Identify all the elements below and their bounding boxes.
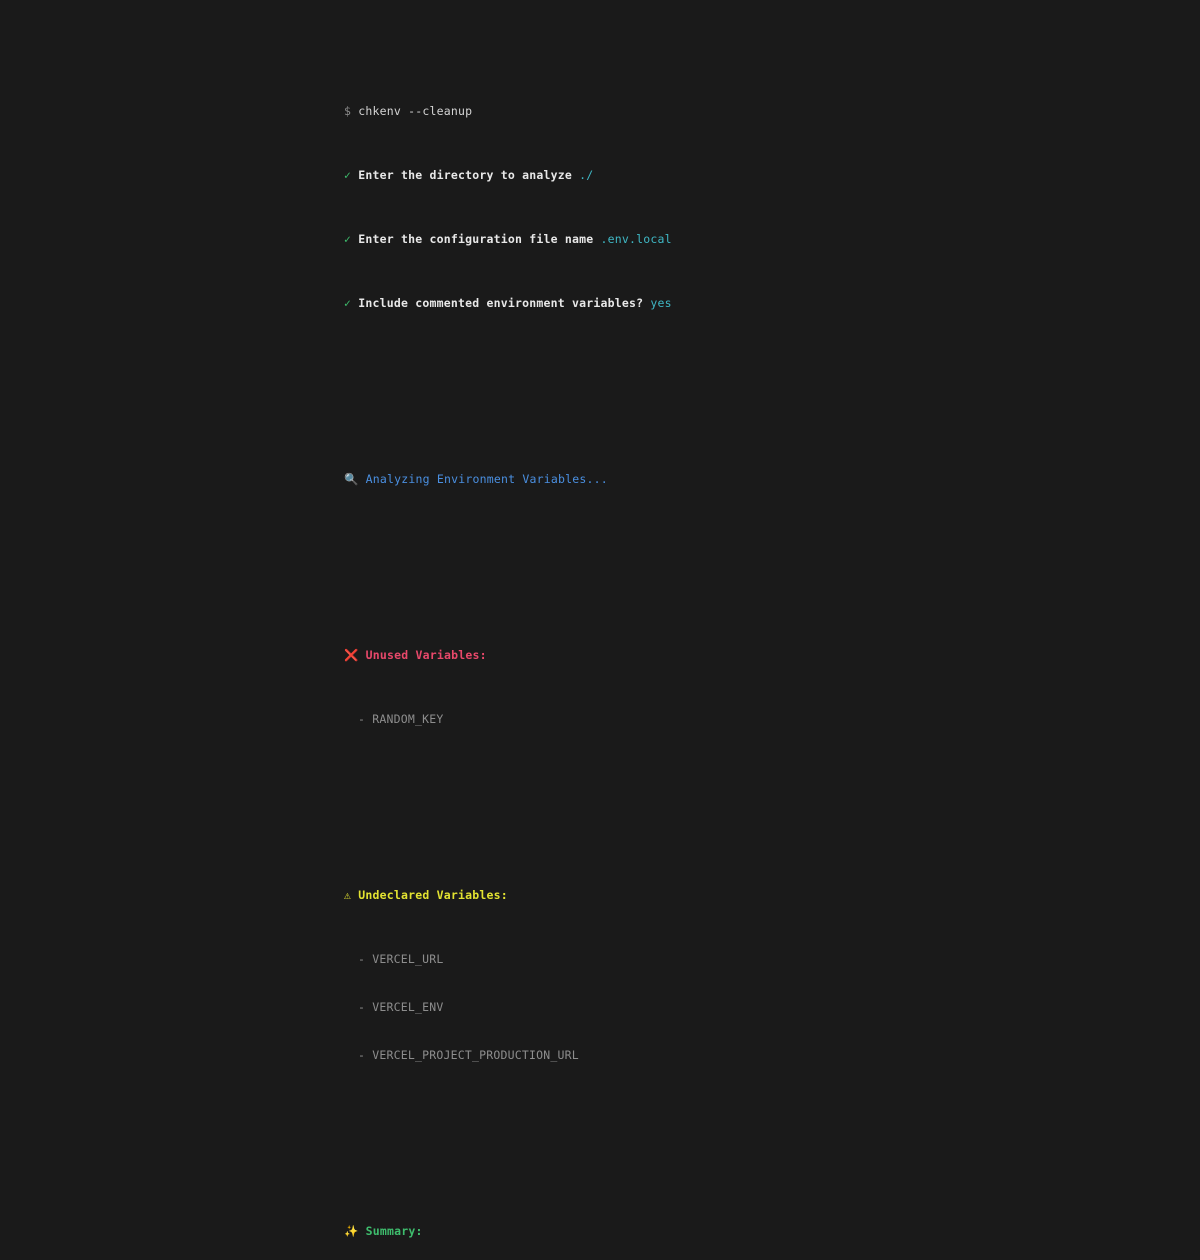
- analyzing-text: Analyzing Environment Variables...: [365, 472, 608, 486]
- prompt-answer: ./: [579, 168, 594, 182]
- summary-heading: Summary:: [365, 1224, 423, 1238]
- prompt-question: Include commented environment variables?: [358, 296, 644, 310]
- list-item: - RANDOM_KEY: [344, 711, 1104, 727]
- undeclared-variable-name: - VERCEL_PROJECT_PRODUCTION_URL: [358, 1048, 579, 1062]
- unused-heading-row: ❌ Unused Variables:: [344, 647, 1104, 663]
- prompt-answer-row: ✓ Include commented environment variable…: [344, 295, 1104, 311]
- analyzing-row: 🔍 Analyzing Environment Variables...: [344, 471, 1104, 487]
- undeclared-heading-row: ⚠ Undeclared Variables:: [344, 887, 1104, 903]
- prompt-answer: yes: [650, 296, 672, 310]
- undeclared-heading: Undeclared Variables:: [358, 888, 508, 902]
- undeclared-variable-name: - VERCEL_URL: [358, 952, 444, 966]
- sparkles-icon: ✨: [344, 1224, 359, 1238]
- prompt-question: Enter the directory to analyze: [358, 168, 572, 182]
- list-item: - VERCEL_ENV: [344, 999, 1104, 1015]
- summary-heading-row: ✨ Summary:: [344, 1223, 1104, 1239]
- list-item: - VERCEL_PROJECT_PRODUCTION_URL: [344, 1047, 1104, 1063]
- unused-heading: Unused Variables:: [365, 648, 487, 662]
- terminal-output: $ chkenv --cleanup ✓ Enter the directory…: [344, 55, 1104, 1260]
- list-item: - VERCEL_URL: [344, 951, 1104, 967]
- warning-triangle-icon: ⚠: [344, 888, 352, 902]
- command-line: $ chkenv --cleanup: [344, 103, 1104, 119]
- prompt-answer-row: ✓ Enter the configuration file name .env…: [344, 231, 1104, 247]
- prompt-question: Enter the configuration file name: [358, 232, 594, 246]
- cross-mark-icon: ❌: [344, 648, 359, 662]
- undeclared-variable-name: - VERCEL_ENV: [358, 1000, 444, 1014]
- shell-command: chkenv --cleanup: [358, 104, 473, 118]
- prompt-answer-row: ✓ Enter the directory to analyze ./: [344, 167, 1104, 183]
- prompt-answer: .env.local: [600, 232, 672, 246]
- magnifier-icon: 🔍: [344, 472, 359, 486]
- unused-variable-name: - RANDOM_KEY: [358, 712, 444, 726]
